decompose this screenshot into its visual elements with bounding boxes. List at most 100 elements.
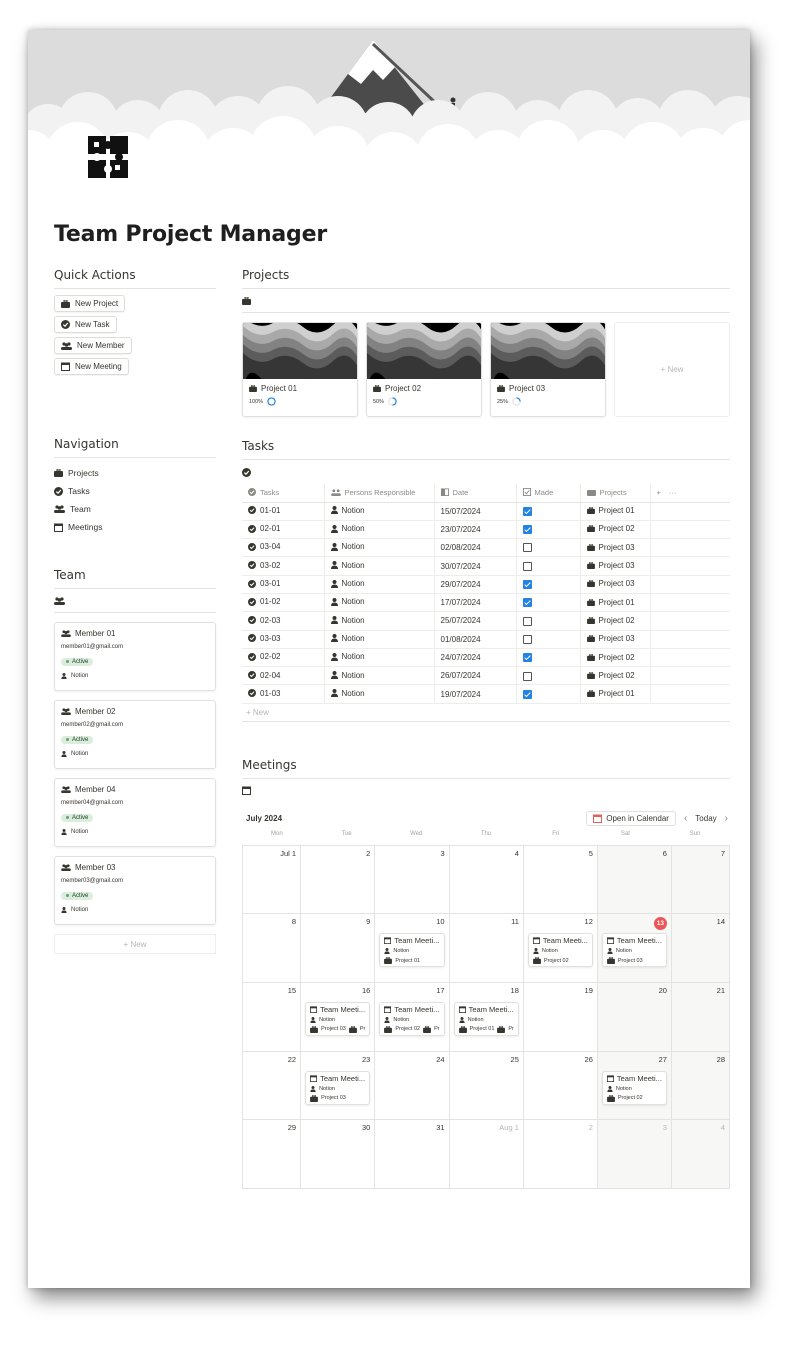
calendar-day[interactable]: 24	[375, 1051, 450, 1121]
projects-new-button[interactable]: + New	[614, 322, 730, 417]
made-checkbox[interactable]	[522, 543, 532, 553]
date-cell[interactable]: 15/07/2024	[434, 502, 517, 521]
calendar-day[interactable]: 17 Team Meeti... Notion Project 02 Pr	[375, 982, 450, 1052]
project-cell[interactable]: Project 03	[580, 575, 651, 594]
nav-projects-link[interactable]: Projects	[54, 464, 216, 482]
meeting-event[interactable]: Team Meeti... Notion Project 03	[601, 933, 667, 968]
meeting-event[interactable]: Team Meeti... Notion Project 01 Pr	[453, 1001, 519, 1036]
prev-month-button[interactable]: ‹	[684, 813, 687, 824]
column-header-add[interactable]: + ···	[650, 484, 730, 503]
meeting-event[interactable]: Team Meeti... Notion Project 02	[527, 933, 593, 968]
made-checkbox[interactable]	[522, 689, 532, 699]
nav-team-link[interactable]: Team	[54, 500, 216, 518]
calendar-day[interactable]: Jul 1	[243, 845, 302, 915]
projects-database-title[interactable]	[242, 289, 730, 313]
calendar-day[interactable]: 27 Team Meeti... Notion Project 02	[597, 1051, 672, 1121]
calendar-day[interactable]: 2	[523, 1120, 598, 1189]
add-column-button[interactable]: +	[657, 488, 661, 497]
date-cell[interactable]: 02/08/2024	[434, 538, 517, 558]
task-cell[interactable]: 02-03	[242, 611, 325, 631]
made-checkbox[interactable]	[522, 653, 532, 663]
calendar-day[interactable]: 31	[375, 1120, 450, 1189]
member-card[interactable]: Member 02 member02@gmail.com Active Noti…	[54, 700, 216, 769]
meetings-database-title[interactable]	[242, 779, 730, 803]
calendar-day[interactable]: 5	[523, 845, 598, 915]
calendar-day[interactable]: 13 Team Meeti... Notion Project 03	[597, 914, 672, 983]
calendar-day[interactable]: 3	[597, 1120, 672, 1189]
calendar-day[interactable]: 3	[375, 845, 450, 915]
task-cell[interactable]: 01-01	[242, 502, 325, 521]
meeting-event[interactable]: Team Meeti... Notion Project 03	[305, 1070, 371, 1105]
table-row[interactable]: 03-04 Notion 02/08/2024 Project 03	[242, 538, 730, 558]
calendar-day[interactable]: 2	[301, 845, 376, 915]
project-cell[interactable]: Project 01	[580, 684, 651, 704]
table-row[interactable]: 02-01 Notion 23/07/2024 Project 02	[242, 520, 730, 540]
date-cell[interactable]: 19/07/2024	[434, 684, 517, 704]
made-checkbox[interactable]	[522, 634, 532, 644]
person-cell[interactable]: Notion	[324, 575, 435, 594]
calendar-day[interactable]: 8	[243, 914, 302, 983]
calendar-day[interactable]: 6	[597, 845, 672, 915]
project-cell[interactable]: Project 02	[580, 666, 651, 686]
team-database-title[interactable]	[54, 589, 216, 613]
made-checkbox[interactable]	[522, 561, 532, 571]
open-in-calendar-button[interactable]: Open in Calendar	[586, 811, 676, 827]
tasks-database-title[interactable]	[242, 460, 730, 484]
puzzle-icon[interactable]	[86, 134, 132, 182]
date-cell[interactable]: 25/07/2024	[434, 611, 517, 631]
calendar-day[interactable]: 25	[449, 1051, 524, 1121]
person-cell[interactable]: Notion	[324, 556, 435, 576]
made-checkbox[interactable]	[522, 598, 532, 608]
date-cell[interactable]: 24/07/2024	[434, 648, 517, 668]
table-row[interactable]: 02-04 Notion 26/07/2024 Project 02	[242, 666, 730, 686]
person-cell[interactable]: Notion	[324, 520, 435, 540]
calendar-day[interactable]: 4	[671, 1120, 730, 1189]
calendar-day[interactable]: 19	[523, 982, 598, 1052]
column-header-projects[interactable]: Projects	[580, 484, 651, 503]
project-card[interactable]: Project 02 50%	[366, 322, 482, 417]
table-row[interactable]: 03-01 Notion 29/07/2024 Project 03	[242, 575, 730, 594]
made-checkbox[interactable]	[522, 671, 532, 681]
person-cell[interactable]: Notion	[324, 538, 435, 558]
new-meeting-button[interactable]: New Meeting	[54, 358, 129, 375]
made-checkbox[interactable]	[522, 580, 532, 590]
task-cell[interactable]: 02-02	[242, 648, 325, 668]
tasks-new-button[interactable]: + New	[242, 704, 730, 722]
meeting-event[interactable]: Team Meeti... Notion Project 02 Pr	[379, 1001, 445, 1036]
calendar-day[interactable]: 20	[597, 982, 672, 1052]
calendar-day[interactable]: 7	[671, 845, 730, 915]
person-cell[interactable]: Notion	[324, 684, 435, 704]
new-task-button[interactable]: New Task	[54, 316, 117, 333]
column-header-persons[interactable]: Persons Responsible	[324, 484, 435, 503]
calendar-day[interactable]: 21	[671, 982, 730, 1052]
project-card[interactable]: Project 01 100%	[242, 322, 358, 417]
project-cell[interactable]: Project 03	[580, 556, 651, 576]
project-cell[interactable]: Project 01	[580, 593, 651, 613]
task-cell[interactable]: 01-02	[242, 593, 325, 613]
member-card[interactable]: Member 04 member04@gmail.com Active Noti…	[54, 778, 216, 847]
next-month-button[interactable]: ›	[725, 813, 728, 824]
date-cell[interactable]: 29/07/2024	[434, 575, 517, 594]
meeting-event[interactable]: Team Meeti... Notion Project 02	[601, 1070, 667, 1105]
person-cell[interactable]: Notion	[324, 648, 435, 668]
table-row[interactable]: 01-01 Notion 15/07/2024 Project 01	[242, 502, 730, 521]
calendar-day[interactable]: 10 Team Meeti... Notion Project 01	[375, 914, 450, 983]
task-cell[interactable]: 01-03	[242, 684, 325, 704]
project-cell[interactable]: Project 01	[580, 502, 651, 521]
new-project-button[interactable]: New Project	[54, 295, 126, 312]
project-cell[interactable]: Project 03	[580, 538, 651, 558]
task-cell[interactable]: 03-01	[242, 575, 325, 594]
calendar-day[interactable]: 23 Team Meeti... Notion Project 03	[301, 1051, 376, 1121]
calendar-day[interactable]: 11	[449, 914, 524, 983]
calendar-day[interactable]: 22	[243, 1051, 302, 1121]
task-cell[interactable]: 03-03	[242, 630, 325, 649]
column-header-date[interactable]: Date	[434, 484, 517, 503]
table-row[interactable]: 02-02 Notion 24/07/2024 Project 02	[242, 648, 730, 668]
calendar-day[interactable]: 16 Team Meeti... Notion Project 03 Pr	[301, 982, 376, 1052]
table-row[interactable]: 03-02 Notion 30/07/2024 Project 03	[242, 556, 730, 576]
project-card[interactable]: Project 03 25%	[490, 322, 606, 417]
date-cell[interactable]: 26/07/2024	[434, 666, 517, 686]
calendar-day[interactable]: 29	[243, 1120, 302, 1189]
project-cell[interactable]: Project 02	[580, 611, 651, 631]
person-cell[interactable]: Notion	[324, 593, 435, 613]
